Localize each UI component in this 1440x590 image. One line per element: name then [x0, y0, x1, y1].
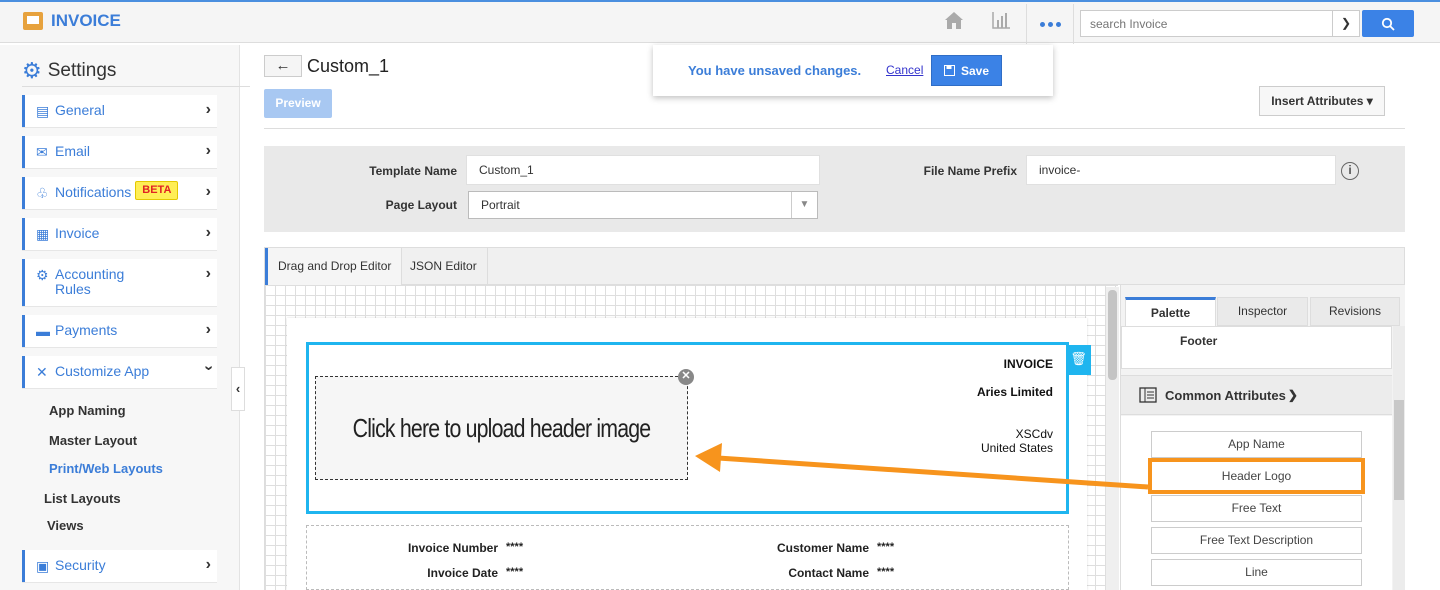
lock-icon: ▣	[36, 558, 50, 574]
tab-json-editor[interactable]: JSON Editor	[400, 248, 488, 285]
subitem-views[interactable]: Views	[47, 518, 84, 533]
caret-down-icon: ▾	[1366, 94, 1373, 108]
palette-scroll-thumb[interactable]	[1394, 400, 1404, 500]
contact-name-label: Contact Name	[788, 566, 869, 580]
chevron-right-icon: ›	[205, 183, 211, 200]
search-icon	[1381, 17, 1395, 31]
close-icon[interactable]: ✕	[678, 369, 694, 385]
search-field[interactable]: ❯	[1080, 10, 1360, 37]
divider	[264, 128, 1405, 129]
address-line-2: United States	[980, 441, 1053, 455]
customer-name-label: Customer Name	[776, 541, 869, 555]
chevron-down-icon: ›	[200, 365, 218, 371]
common-attributes-header[interactable]: Common Attributes ❯	[1121, 375, 1392, 415]
subitem-list-layouts[interactable]: List Layouts	[44, 491, 121, 506]
chevron-down-icon[interactable]: ❯	[1332, 11, 1359, 36]
subitem-print-web-layouts[interactable]: Print/Web Layouts	[49, 461, 163, 476]
tab-drag-and-drop-editor[interactable]: Drag and Drop Editor	[265, 248, 403, 285]
sidebar-item-security[interactable]: ▣ Security ›	[22, 550, 217, 582]
page-title: Custom_1	[307, 56, 390, 76]
upload-header-image[interactable]: Click here to upload header image	[315, 376, 688, 480]
tab-revisions[interactable]: Revisions	[1310, 297, 1400, 326]
invoice-date-value: ****	[506, 566, 524, 578]
attribute-line[interactable]: Line	[1151, 559, 1362, 586]
more-dots-icon[interactable]	[1026, 4, 1074, 44]
invoice-date-label: Invoice Date	[427, 566, 498, 580]
unsaved-changes-banner: You have unsaved changes. Cancel Save	[653, 45, 1053, 96]
info-icon[interactable]: i	[1341, 162, 1359, 180]
gear-icon: ⚙	[22, 57, 42, 83]
customer-name-value: ****	[877, 541, 895, 553]
insert-attributes-button[interactable]: Insert Attributes ▾	[1259, 86, 1385, 116]
list-icon	[1139, 387, 1157, 403]
search-input[interactable]	[1081, 11, 1331, 36]
address-line-1: XSCdv	[1015, 427, 1053, 441]
template-name-input[interactable]: Custom_1	[466, 155, 820, 185]
tab-palette[interactable]: Palette	[1125, 297, 1216, 326]
chevron-right-icon: ›	[205, 556, 211, 573]
invoice-heading: INVOICE	[1003, 357, 1053, 371]
details-section[interactable]	[306, 525, 1069, 590]
chevron-right-icon: ›	[205, 265, 211, 282]
sidebar-item-email[interactable]: ✉ Email ›	[22, 136, 217, 168]
invoice-icon: ▦	[36, 226, 50, 242]
back-button[interactable]: ←	[264, 55, 302, 77]
sidebar-item-notifications[interactable]: ♧ Notifications BETA ›	[22, 177, 217, 209]
caret-down-icon: ▼	[791, 192, 817, 218]
credit-card-icon: ▬	[36, 323, 50, 339]
chevron-right-icon: ›	[205, 101, 211, 118]
rules-icon: ⚙	[36, 267, 49, 283]
chevron-down-icon: ❯	[1287, 388, 1298, 402]
bar-chart-icon[interactable]	[987, 10, 1015, 36]
chevron-right-icon: ›	[205, 321, 211, 338]
canvas-scroll-thumb[interactable]	[1108, 290, 1117, 380]
trash-icon[interactable]: 🗑	[1066, 345, 1091, 375]
page-layout-label: Page Layout	[385, 198, 457, 212]
palette-footer-item[interactable]: Footer	[1121, 326, 1392, 369]
sidebar-collapse-button[interactable]: ‹	[231, 367, 245, 411]
unsaved-message: You have unsaved changes.	[688, 63, 862, 78]
template-name-label: Template Name	[369, 164, 457, 178]
envelope-icon: ✉	[36, 144, 48, 160]
attribute-free-text-description[interactable]: Free Text Description	[1151, 527, 1362, 554]
attribute-header-logo[interactable]: Header Logo	[1148, 458, 1365, 494]
page-layout-select[interactable]: Portrait ▼	[468, 191, 818, 219]
editor-tabs: Drag and Drop Editor JSON Editor	[264, 247, 1405, 285]
top-bar: INVOICE ❯	[0, 0, 1440, 44]
subitem-app-naming[interactable]: App Naming	[49, 403, 126, 418]
invoice-number-value: ****	[506, 541, 524, 553]
search-button[interactable]	[1362, 10, 1414, 37]
app-brand[interactable]: INVOICE	[23, 11, 121, 31]
cancel-link[interactable]: Cancel	[886, 63, 923, 77]
invoice-number-label: Invoice Number	[407, 541, 498, 555]
chevron-right-icon: ›	[205, 224, 211, 241]
file-name-prefix-input[interactable]: invoice-	[1026, 155, 1336, 185]
beta-badge: BETA	[135, 181, 179, 200]
arrow-left-icon: ←	[275, 57, 291, 74]
tools-icon: ✕	[36, 364, 48, 380]
chevron-right-icon: ›	[205, 142, 211, 159]
sidebar-item-general[interactable]: ▤ General ›	[22, 95, 217, 127]
file-name-prefix-label: File Name Prefix	[923, 164, 1017, 178]
subitem-master-layout[interactable]: Master Layout	[49, 433, 137, 448]
monitor-icon: ▤	[36, 103, 50, 119]
upload-header-image-text: Click here to upload header image	[352, 412, 652, 443]
floppy-disk-icon	[943, 65, 955, 76]
save-button[interactable]: Save	[931, 55, 1002, 86]
invoice-app-icon	[23, 12, 43, 30]
sidebar-item-customize-app[interactable]: ✕ Customize App ›	[22, 356, 217, 388]
company-name: Aries Limited	[976, 385, 1053, 399]
contact-name-value: ****	[877, 566, 895, 578]
app-title: INVOICE	[51, 11, 121, 30]
settings-heading: ⚙ Settings	[22, 55, 250, 87]
tab-inspector[interactable]: Inspector	[1217, 297, 1308, 326]
bell-icon: ♧	[36, 185, 49, 201]
home-icon[interactable]	[940, 10, 968, 36]
sidebar-item-payments[interactable]: ▬ Payments ›	[22, 315, 217, 347]
sidebar-item-invoice[interactable]: ▦ Invoice ›	[22, 218, 217, 250]
attribute-app-name[interactable]: App Name	[1151, 431, 1362, 458]
attribute-free-text[interactable]: Free Text	[1151, 495, 1362, 522]
preview-button[interactable]: Preview	[264, 89, 332, 118]
sidebar-item-accounting-rules[interactable]: ⚙ Accounting Rules ›	[22, 259, 217, 306]
